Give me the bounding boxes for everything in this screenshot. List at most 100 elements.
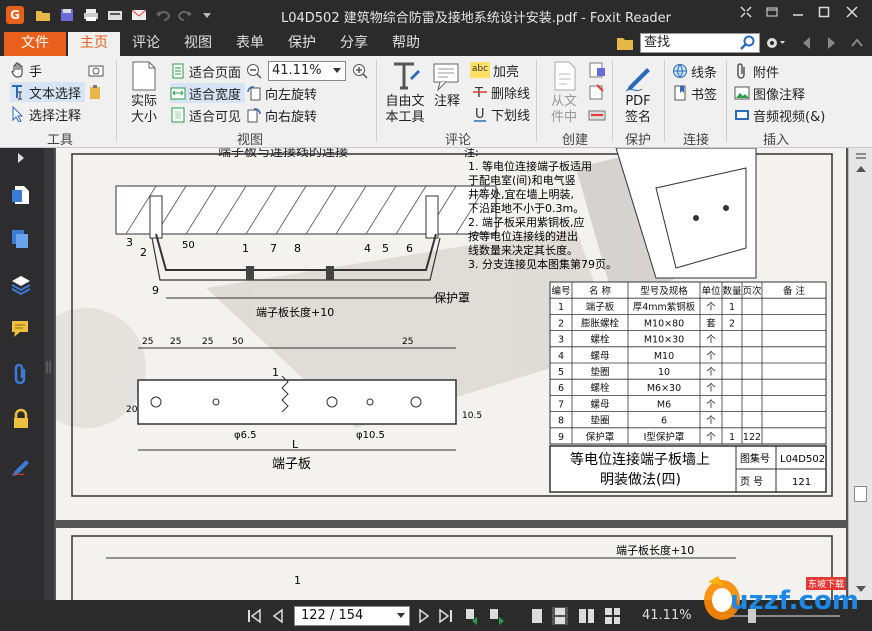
search-icon[interactable]: [740, 35, 756, 51]
typewriter-button[interactable]: 自由文 本工具: [382, 60, 428, 126]
lock-icon[interactable]: [10, 408, 32, 430]
tab-file[interactable]: 文件: [4, 32, 66, 56]
arrow-select-icon: [10, 105, 26, 123]
panel-splitter[interactable]: [44, 148, 54, 600]
pages-icon[interactable]: [10, 184, 32, 206]
scroll-thumb[interactable]: [854, 486, 867, 502]
nav-forward-icon[interactable]: [826, 36, 838, 53]
audio-video-button[interactable]: 音频视频(&): [734, 105, 825, 125]
highlight-icon: abc: [470, 62, 490, 78]
layers-pages-icon[interactable]: [10, 228, 32, 250]
single-page-view-icon[interactable]: [530, 607, 546, 625]
actual-size-button[interactable]: 实际 大小: [124, 60, 164, 126]
create-blank-icon[interactable]: [588, 62, 606, 81]
next-page-icon[interactable]: [416, 607, 432, 625]
tab-home[interactable]: 主页: [68, 32, 120, 56]
fit-visible-icon: [170, 107, 186, 123]
close-button[interactable]: [840, 4, 864, 26]
tab-help[interactable]: 帮助: [384, 32, 428, 56]
zoom-combobox[interactable]: 41.11%: [268, 61, 346, 81]
table-cell: 2: [558, 318, 564, 329]
facing-view-icon[interactable]: [578, 607, 594, 625]
link-button[interactable]: 线条: [672, 61, 717, 81]
attachments-icon[interactable]: [10, 363, 32, 386]
app-logo[interactable]: G: [6, 6, 24, 24]
select-text-button[interactable]: 文本选择: [10, 82, 86, 102]
fit-width-button[interactable]: 适合宽度: [170, 83, 246, 103]
vertical-scrollbar[interactable]: [848, 148, 872, 600]
tab-share[interactable]: 分享: [332, 32, 376, 56]
fit-page-button[interactable]: 适合页面: [170, 61, 241, 81]
email-icon[interactable]: [128, 5, 150, 25]
first-page-icon[interactable]: [246, 607, 262, 625]
dim-l-label: L: [292, 438, 299, 451]
hand-tool-button[interactable]: 手: [10, 60, 42, 80]
table-cell: M6: [657, 399, 671, 410]
last-page-icon[interactable]: [438, 607, 454, 625]
table-cell: 1: [729, 432, 735, 443]
maximize-button[interactable]: [812, 4, 836, 26]
layers-icon[interactable]: [10, 274, 32, 296]
continuous-facing-view-icon[interactable]: [604, 607, 620, 625]
hole-large-label: φ10.5: [356, 430, 385, 441]
strikeout-button[interactable]: T 删除线: [472, 82, 530, 102]
rotate-left-icon: [246, 85, 262, 101]
rotate-left-button[interactable]: 向左旋转: [246, 83, 317, 103]
table-cell: 个: [706, 383, 716, 394]
gear-icon[interactable]: [764, 35, 786, 54]
tab-view[interactable]: 视图: [176, 32, 220, 56]
pdf-sign-button[interactable]: PDF 签名: [618, 60, 658, 126]
undo-icon[interactable]: [152, 5, 174, 25]
zoom-out-icon[interactable]: [246, 63, 262, 82]
bookmark-button[interactable]: 书签: [672, 83, 717, 103]
table-cell: M10: [654, 351, 674, 362]
create-scanner-icon[interactable]: [588, 106, 606, 125]
continuous-view-icon[interactable]: [552, 607, 568, 625]
redo-icon[interactable]: [174, 5, 196, 25]
expand-panel-icon[interactable]: [16, 152, 28, 166]
table-cell: 螺栓: [590, 382, 610, 394]
scan-icon[interactable]: [104, 5, 126, 25]
restore-ribbon-icon[interactable]: [760, 4, 784, 26]
scroll-up-icon[interactable]: [855, 164, 867, 174]
fullscreen-icon[interactable]: [734, 4, 758, 26]
document-view[interactable]: 端子板与连接线的连接 1 7 8 4 5 6 2 3 9 50 保护罩 端子板长…: [54, 148, 848, 600]
underline-button[interactable]: U 下划线: [472, 104, 530, 124]
previous-view-icon[interactable]: [464, 607, 480, 625]
rotate-right-button[interactable]: 向右旋转: [246, 105, 317, 125]
attachment-button[interactable]: 附件: [734, 61, 779, 81]
previous-page-icon[interactable]: [270, 607, 286, 625]
pdf-page: 端子板与连接线的连接 1 7 8 4 5 6 2 3 9 50 保护罩 端子板长…: [54, 148, 846, 520]
customize-quick-access-icon[interactable]: [196, 5, 218, 25]
select-annotation-button[interactable]: 选择注释: [10, 104, 81, 124]
zoom-in-icon[interactable]: [352, 63, 368, 82]
folder-search-icon[interactable]: [616, 34, 634, 55]
signature-icon[interactable]: [10, 454, 32, 476]
nav-back-icon[interactable]: [800, 36, 812, 53]
image-annotation-button[interactable]: 图像注释: [734, 83, 805, 103]
tab-protect[interactable]: 保护: [280, 32, 324, 56]
minimize-button[interactable]: [786, 4, 810, 26]
page-number-input[interactable]: 122 / 154: [294, 606, 410, 626]
tab-form[interactable]: 表单: [228, 32, 272, 56]
next-view-icon[interactable]: [488, 607, 504, 625]
save-icon[interactable]: [56, 5, 78, 25]
create-clipboard-icon[interactable]: [588, 84, 606, 103]
tab-comment[interactable]: 评论: [124, 32, 168, 56]
open-file-icon[interactable]: [32, 5, 54, 25]
snapshot-button[interactable]: [88, 60, 107, 80]
callout-5: 5: [382, 242, 389, 255]
paperclip-icon: [734, 63, 750, 79]
from-file-button[interactable]: 从文 件中: [544, 60, 584, 126]
highlight-button[interactable]: abc 加亮: [470, 60, 519, 80]
actual-size-icon: [129, 60, 159, 92]
clipboard-button[interactable]: [88, 82, 107, 102]
note-button[interactable]: 注释: [430, 60, 464, 110]
table-cell: 个: [706, 335, 716, 346]
split-view-icon[interactable]: [855, 150, 867, 162]
table-cell: 6: [558, 383, 564, 394]
print-icon[interactable]: [80, 5, 102, 25]
fit-visible-button[interactable]: 适合可见: [170, 105, 241, 125]
comments-icon[interactable]: [10, 318, 32, 340]
collapse-ribbon-icon[interactable]: [850, 36, 864, 53]
